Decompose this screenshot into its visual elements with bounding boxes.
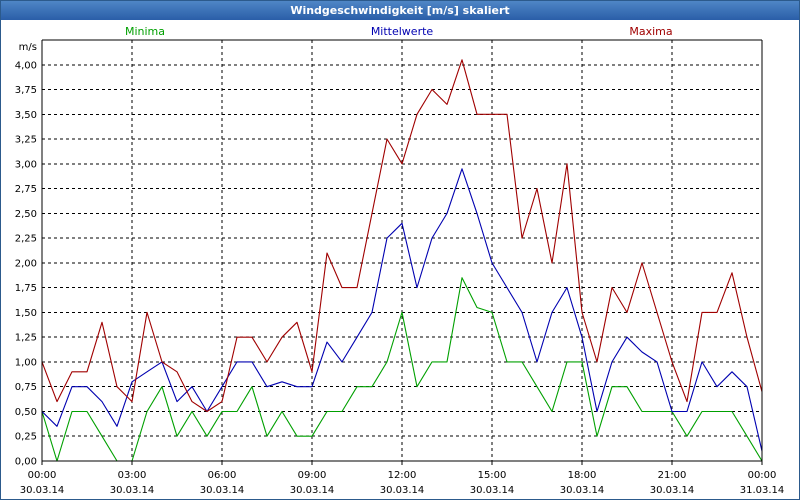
y-tick-label: 3,00 xyxy=(15,159,37,170)
x-tick-time: 03:00 xyxy=(118,470,147,481)
legend: Minima Mittelwerte Maxima xyxy=(125,25,673,38)
y-tick-label: 3,50 xyxy=(15,110,37,121)
x-tick-time: 15:00 xyxy=(478,470,507,481)
legend-entry-mittelwerte: Mittelwerte xyxy=(371,25,434,38)
y-tick-label: 1,00 xyxy=(15,357,37,368)
legend-entry-maxima: Maxima xyxy=(629,25,672,38)
y-axis-label: m/s xyxy=(19,42,37,53)
x-tick-date: 30.03.14 xyxy=(20,485,65,496)
y-tick-label: 2,50 xyxy=(15,209,37,220)
y-tick-label: 2,25 xyxy=(15,234,37,245)
x-tick-date: 30.03.14 xyxy=(200,485,245,496)
y-tick-label: 0,25 xyxy=(15,432,37,443)
x-tick-date: 30.03.14 xyxy=(470,485,515,496)
y-tick-label: 0,00 xyxy=(15,457,37,468)
x-tick-time: 12:00 xyxy=(388,470,417,481)
y-tick-label: 3,75 xyxy=(15,85,37,96)
legend-entry-minima: Minima xyxy=(125,25,165,38)
y-tick-label: 2,00 xyxy=(15,258,37,269)
y-tick-label: 1,75 xyxy=(15,283,37,294)
x-tick-time: 00:00 xyxy=(28,470,57,481)
y-tick-label: 4,00 xyxy=(15,60,37,71)
y-tick-label: 0,50 xyxy=(15,407,37,418)
x-tick-time: 21:00 xyxy=(658,470,687,481)
y-tick-label: 2,75 xyxy=(15,184,37,195)
x-tick-time: 09:00 xyxy=(298,470,327,481)
x-tick-date: 30.03.14 xyxy=(290,485,335,496)
x-tick-time: 18:00 xyxy=(568,470,597,481)
y-tick-label: 3,25 xyxy=(15,135,37,146)
x-tick-date: 31.03.14 xyxy=(740,485,785,496)
x-tick-date: 30.03.14 xyxy=(560,485,605,496)
x-tick-time: 00:00 xyxy=(748,470,777,481)
y-tick-label: 1,50 xyxy=(15,308,37,319)
y-tick-label: 1,25 xyxy=(15,333,37,344)
x-tick-date: 30.03.14 xyxy=(110,485,155,496)
y-tick-label: 0,75 xyxy=(15,382,37,393)
x-tick-date: 30.03.14 xyxy=(650,485,695,496)
tick-labels: 0,00 0,25 0,50 0,75 1,00 1,25 1,50 1,75 2,00 2,25… xyxy=(15,42,785,496)
x-tick-time: 06:00 xyxy=(208,470,237,481)
grid xyxy=(42,40,762,462)
wind-speed-chart: 0,00 0,25 0,50 0,75 1,00 1,25 1,50 1,75 2,00 2,25… xyxy=(15,25,785,496)
x-tick-date: 30.03.14 xyxy=(380,485,425,496)
